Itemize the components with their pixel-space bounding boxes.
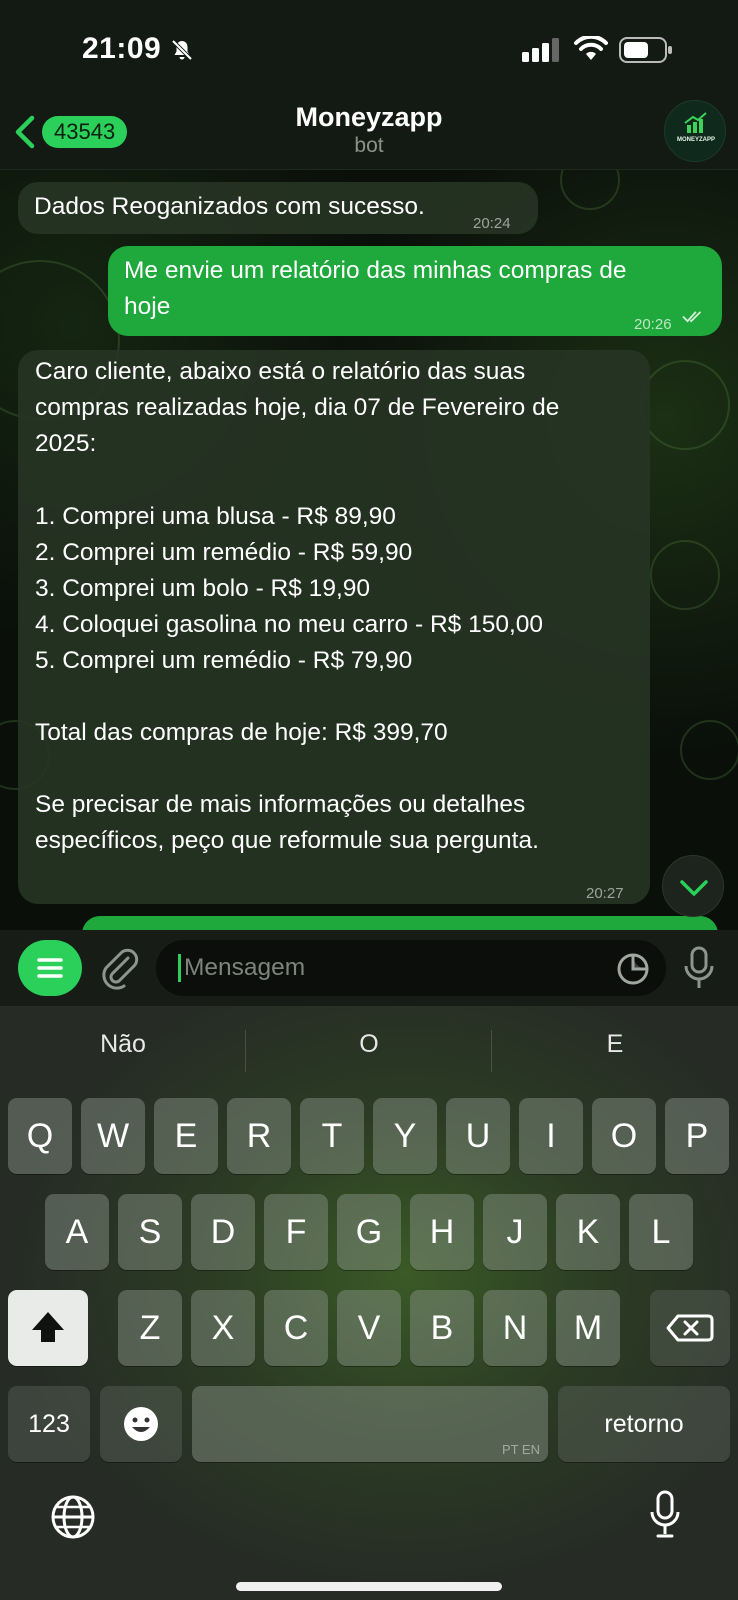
key[interactable]: M [556, 1290, 620, 1366]
chat-subtitle: bot [354, 134, 384, 157]
key[interactable]: H [410, 1194, 474, 1270]
suggestion-item[interactable]: E [492, 1030, 738, 1059]
message-line: compras realizadas hoje, dia 07 de Fever… [35, 394, 560, 421]
report-message[interactable]: Caro cliente, abaixo está o relatório da… [18, 350, 650, 904]
outgoing-message[interactable]: Me envie um relatório das minhas compras… [108, 246, 722, 336]
suggestion-bar: Não O E [0, 1006, 738, 1096]
message-line: Total das compras de hoje: R$ 399,70 [35, 719, 448, 746]
key[interactable]: Q [8, 1098, 72, 1174]
message-time: 20:27 [586, 885, 624, 902]
read-checkmarks-icon [682, 311, 702, 323]
space-key[interactable]: PT EN [192, 1386, 548, 1462]
message-line: Me envie um relatório das minhas compras… [124, 257, 627, 284]
message-line: 5. Comprei um remédio - R$ 79,90 [35, 647, 413, 674]
home-indicator[interactable] [236, 1582, 502, 1591]
globe-icon[interactable] [50, 1494, 96, 1540]
microphone-icon[interactable] [682, 946, 716, 990]
text-caret [178, 954, 181, 982]
scroll-to-bottom-button[interactable] [662, 855, 724, 917]
incoming-message[interactable]: Dados Reoganizados com sucesso. 20:24 [18, 182, 538, 234]
keyboard: Não O E Q W E R T Y U I O P A S D F G H … [0, 1006, 738, 1600]
wifi-icon [574, 36, 608, 60]
bot-avatar[interactable]: MONEYZAPP [664, 100, 726, 162]
status-bar: 21:09 [0, 0, 738, 100]
message-line: Caro cliente, abaixo está o relatório da… [35, 358, 526, 385]
backspace-icon [666, 1314, 714, 1342]
message-time: 20:24 [473, 215, 511, 232]
message-composer: Mensagem [0, 930, 738, 1006]
key[interactable]: S [118, 1194, 182, 1270]
message-line: 4. Coloquei gasolina no meu carro - R$ 1… [35, 611, 544, 638]
chat-header: 43543 Moneyzapp bot MONEYZAPP [0, 100, 738, 170]
shift-icon [32, 1312, 64, 1342]
message-line: 1. Comprei uma blusa - R$ 89,90 [35, 503, 396, 530]
message-line: 2025: [35, 430, 97, 457]
menu-icon [37, 958, 63, 978]
message-input[interactable]: Mensagem [184, 940, 305, 996]
numbers-key[interactable]: 123 [8, 1386, 90, 1462]
keyboard-language-label: PT EN [501, 1442, 540, 1457]
status-time: 21:09 [82, 32, 162, 65]
message-text: Dados Reoganizados com sucesso. [34, 193, 425, 220]
key[interactable]: G [337, 1194, 401, 1270]
avatar-label: MONEYZAPP [676, 137, 715, 143]
key[interactable]: J [483, 1194, 547, 1270]
key[interactable]: B [410, 1290, 474, 1366]
key[interactable]: Z [118, 1290, 182, 1366]
suggestion-item[interactable]: O [246, 1030, 492, 1059]
key[interactable]: Y [373, 1098, 437, 1174]
key[interactable]: D [191, 1194, 255, 1270]
key[interactable]: I [519, 1098, 583, 1174]
message-line: 3. Comprei um bolo - R$ 19,90 [35, 575, 370, 602]
chart-logo-icon [684, 112, 707, 133]
key[interactable]: P [665, 1098, 729, 1174]
cellular-signal-icon [522, 38, 559, 62]
bot-menu-button[interactable] [18, 940, 82, 996]
key[interactable]: U [446, 1098, 510, 1174]
paperclip-icon[interactable] [98, 946, 140, 990]
backspace-key[interactable] [650, 1290, 730, 1366]
key[interactable]: R [227, 1098, 291, 1174]
dictation-icon[interactable] [648, 1490, 682, 1540]
bell-muted-icon [171, 39, 193, 61]
key[interactable]: A [45, 1194, 109, 1270]
key[interactable]: L [629, 1194, 693, 1270]
emoji-icon [124, 1407, 158, 1441]
message-time: 20:26 [634, 316, 672, 333]
shift-key[interactable] [8, 1290, 88, 1366]
message-line: 2. Comprei um remédio - R$ 59,90 [35, 539, 413, 566]
key[interactable]: X [191, 1290, 255, 1366]
sticker-icon[interactable] [616, 952, 650, 986]
key[interactable]: O [592, 1098, 656, 1174]
key[interactable]: C [264, 1290, 328, 1366]
chevron-down-icon [680, 880, 708, 896]
battery-icon [619, 37, 672, 63]
emoji-key[interactable] [100, 1386, 182, 1462]
chat-title[interactable]: Moneyzapp [0, 102, 738, 133]
key[interactable]: E [154, 1098, 218, 1174]
key[interactable]: N [483, 1290, 547, 1366]
key[interactable]: V [337, 1290, 401, 1366]
key[interactable]: T [300, 1098, 364, 1174]
message-line: hoje [124, 293, 171, 320]
key[interactable]: W [81, 1098, 145, 1174]
message-line: específicos, peço que reformule sua perg… [35, 827, 539, 854]
message-field[interactable]: Mensagem [156, 940, 666, 996]
key[interactable]: K [556, 1194, 620, 1270]
suggestion-item[interactable]: Não [0, 1030, 246, 1059]
message-line: Se precisar de mais informações ou detal… [35, 791, 526, 818]
key[interactable]: F [264, 1194, 328, 1270]
return-key[interactable]: retorno [558, 1386, 730, 1462]
